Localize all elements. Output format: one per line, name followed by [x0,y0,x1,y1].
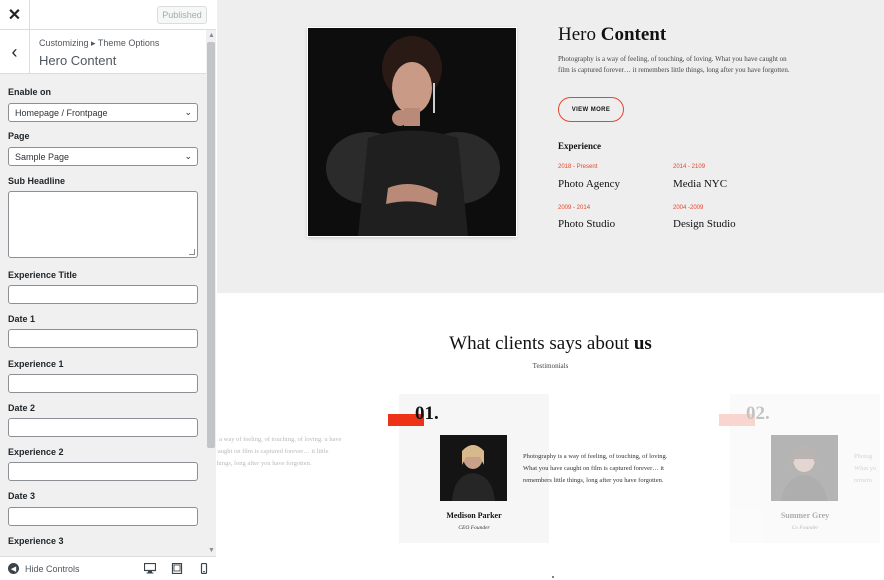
resize-handle-icon[interactable] [189,249,195,255]
experience-3-label: Experience 3 [8,536,64,546]
hero-section: Hero Content Photography is a way of fee… [217,0,884,293]
testimonial-quote: Photography is a way of feeling, of touc… [523,453,668,484]
scrollbar-thumb[interactable] [207,42,215,448]
client-name: Medison Parker [446,511,502,520]
date-1-input[interactable] [8,329,198,348]
date-1-label: Date 1 [8,314,36,324]
section-title: Hero Content [39,53,117,68]
experience-date: 2004 -2009 [673,205,704,211]
back-arrow-icon[interactable]: ‹ [0,30,30,74]
client-name: Summer Grey [780,511,830,520]
date-3-label: Date 3 [8,491,36,501]
carousel-dot[interactable] [552,576,554,578]
date-3-input[interactable] [8,507,198,526]
close-icon[interactable]: ✕ [0,0,30,30]
hero-title: Hero Content [558,24,667,45]
sub-headline-textarea[interactable] [8,191,198,258]
chevron-down-icon: ⌄ [184,107,192,117]
client-photo [771,435,838,501]
enable-on-value: Homepage / Frontpage [15,108,108,118]
experience-title-input[interactable] [8,285,198,304]
section-header: ‹ Customizing ▸ Theme Options Hero Conte… [0,30,206,74]
experience-title-label: Experience Title [8,270,77,280]
view-more-button[interactable]: VIEW MORE [558,97,624,122]
testimonials-title: What clients says about us [449,333,652,354]
tablet-preview-icon[interactable] [171,563,183,574]
hide-controls-button[interactable]: Hide Controls [25,564,80,574]
chevron-down-icon: ⌄ [184,151,192,161]
mobile-preview-icon[interactable] [198,563,210,574]
sub-headline-label: Sub Headline [8,176,66,186]
customizer-footer: ◀ Hide Controls [0,556,216,580]
published-button[interactable]: Published [157,6,207,24]
date-2-label: Date 2 [8,403,36,413]
experience-2-input[interactable] [8,462,198,481]
customizer-header: ✕ Published [0,0,216,30]
experience-2-label: Experience 2 [8,447,64,457]
client-photo [440,435,507,501]
hero-portrait-image [307,27,517,237]
enable-on-select[interactable]: Homepage / Frontpage ⌄ [8,103,198,122]
breadcrumb: Customizing ▸ Theme Options [39,38,160,48]
testimonial-quote-partial: s a way of feeling, of touching, of lovi… [217,436,342,467]
testimonial-number: 01. [415,403,439,424]
experience-date: 2009 - 2014 [558,205,591,211]
date-2-input[interactable] [8,418,198,437]
hero-text: Photography is a way of feeling, of touc… [558,55,790,74]
desktop-preview-icon[interactable] [144,563,156,574]
client-role: Co Founder [791,525,819,531]
experience-date: 2014 - 2109 [673,164,706,170]
scroll-down-arrow-icon[interactable]: ▼ [208,547,215,554]
site-preview: Hero Content Photography is a way of fee… [217,0,884,580]
sidebar-scrollbar[interactable]: ▲ ▼ [206,30,216,556]
experience-1-input[interactable] [8,374,198,393]
testimonials-subtitle: Testimonials [532,362,569,370]
experience-name: Photo Studio [558,218,616,230]
testimonial-quote: Photog What yo remem [854,453,877,484]
page-value: Sample Page [15,152,70,162]
experience-1-label: Experience 1 [8,359,64,369]
scroll-up-arrow-icon[interactable]: ▲ [208,32,215,39]
customizer-sidebar: ✕ Published ‹ Customizing ▸ Theme Option… [0,0,216,580]
client-role: CEO Founder [458,525,490,531]
experience-date: 2018 - Present [558,164,598,170]
experience-name: Photo Agency [558,178,621,190]
hide-controls-icon[interactable]: ◀ [8,563,19,574]
experience-heading: Experience [558,141,601,151]
experience-name: Media NYC [673,178,728,190]
enable-on-label: Enable on [8,87,52,97]
page-label: Page [8,131,30,141]
experience-name: Design Studio [673,218,736,230]
page-select[interactable]: Sample Page ⌄ [8,147,198,166]
testimonial-number: 02. [746,403,770,424]
